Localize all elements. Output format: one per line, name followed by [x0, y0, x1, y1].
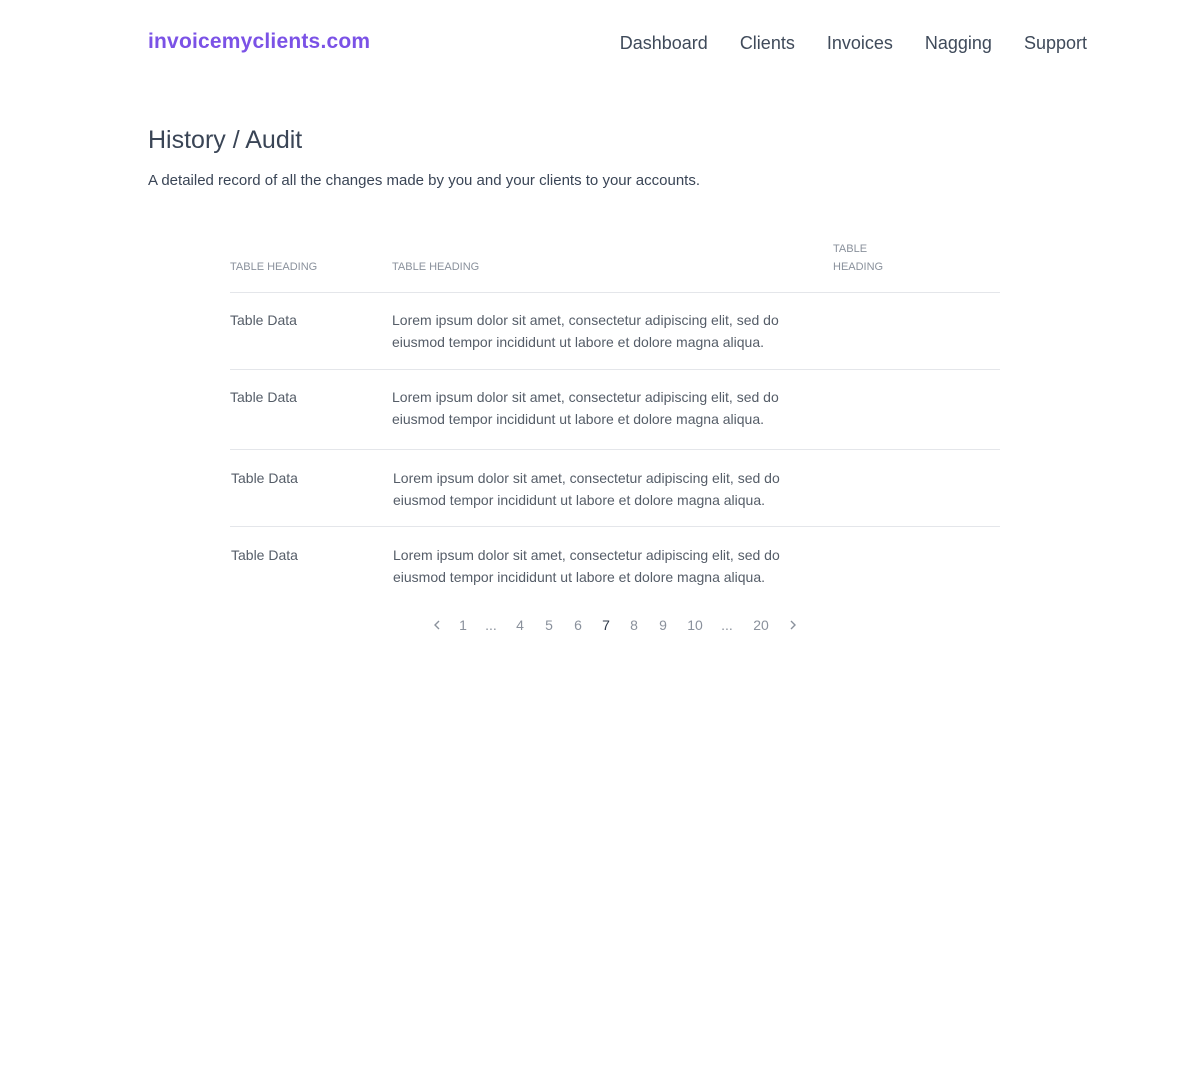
- page-subtitle: A detailed record of all the changes mad…: [148, 172, 700, 189]
- row-date-cell: Table Data: [231, 470, 298, 486]
- table-row: Table Data Lorem ipsum dolor sit amet, c…: [230, 370, 1000, 450]
- nav-nagging[interactable]: Nagging: [925, 33, 992, 54]
- pagination-ellipsis: ...: [721, 617, 733, 633]
- table-row: Table Data Lorem ipsum dolor sit amet, c…: [230, 527, 1000, 597]
- column-heading-1: TABLE HEADING: [230, 261, 318, 273]
- page-title: History / Audit: [148, 126, 303, 154]
- nav-support[interactable]: Support: [1024, 33, 1087, 54]
- nav-invoices[interactable]: Invoices: [827, 33, 893, 54]
- page-link-current[interactable]: 7: [594, 617, 618, 633]
- nav-clients[interactable]: Clients: [740, 33, 795, 54]
- row-description-cell: Lorem ipsum dolor sit amet, consectetur …: [393, 470, 780, 508]
- chevron-left-icon[interactable]: [426, 614, 448, 636]
- page-link-4[interactable]: 4: [504, 617, 536, 633]
- row-date-cell: Table Data: [230, 312, 297, 328]
- page-link-20[interactable]: 20: [740, 617, 782, 633]
- table-row: Table Data Lorem ipsum dolor sit amet, c…: [230, 293, 1000, 370]
- page-link-10[interactable]: 10: [676, 617, 714, 633]
- pagination: 1 ... 4 5 6 7 8 9 10 ... 20: [426, 614, 804, 636]
- audit-table: TABLE HEADING TABLE HEADING TABLE HEADIN…: [230, 240, 1000, 597]
- chevron-right-icon[interactable]: [782, 614, 804, 636]
- page-link-5[interactable]: 5: [536, 617, 562, 633]
- main-nav: Dashboard Clients Invoices Nagging Suppo…: [620, 33, 1087, 54]
- nav-dashboard[interactable]: Dashboard: [620, 33, 708, 54]
- table-header: TABLE HEADING TABLE HEADING TABLE HEADIN…: [230, 240, 1000, 293]
- pagination-ellipsis: ...: [485, 617, 497, 633]
- row-description-cell: Lorem ipsum dolor sit amet, consectetur …: [392, 312, 779, 350]
- page-link-6[interactable]: 6: [562, 617, 594, 633]
- row-date-cell: Table Data: [230, 389, 297, 405]
- row-date-cell: Table Data: [231, 547, 298, 563]
- table-row: Table Data Lorem ipsum dolor sit amet, c…: [230, 450, 1000, 527]
- row-description-cell: Lorem ipsum dolor sit amet, consectetur …: [393, 547, 780, 585]
- page-link-8[interactable]: 8: [618, 617, 650, 633]
- column-heading-3: TABLE HEADING: [833, 243, 884, 273]
- page-link-1[interactable]: 1: [448, 617, 478, 633]
- row-description-cell: Lorem ipsum dolor sit amet, consectetur …: [392, 389, 779, 427]
- page-link-9[interactable]: 9: [650, 617, 676, 633]
- brand-logo[interactable]: invoicemyclients.com: [148, 30, 370, 54]
- column-heading-2: TABLE HEADING: [392, 261, 480, 273]
